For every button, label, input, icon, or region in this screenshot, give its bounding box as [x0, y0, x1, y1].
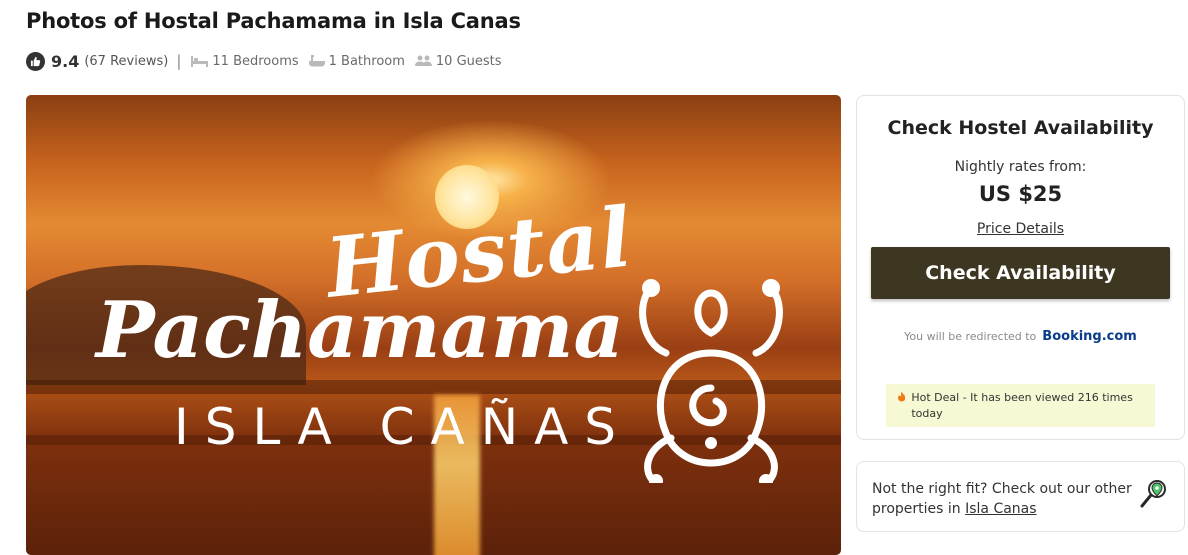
logo-text-location: ISLA CAÑAS [174, 398, 633, 456]
booking-logo: Booking.com [1042, 329, 1137, 344]
reviews-link[interactable]: (67 Reviews) [84, 54, 168, 69]
turtle-logo-icon [639, 279, 783, 483]
bathrooms-info: 1 Bathroom [308, 53, 405, 69]
alternatives-card: Not the right fit? Check out our other p… [856, 461, 1185, 532]
availability-heading: Check Hostel Availability [887, 117, 1154, 139]
map-search-icon [1140, 480, 1166, 508]
page-title: Photos of Hostal Pachamama in Isla Canas [26, 9, 521, 33]
bathrooms-label: 1 Bathroom [328, 53, 405, 69]
nightly-price: US $25 [978, 182, 1063, 206]
property-summary: 9.4 (67 Reviews) | 11 Bedrooms 1 Bathroo… [26, 51, 512, 71]
rating-score: 9.4 [51, 51, 80, 71]
price-details-link[interactable]: Price Details [857, 221, 1184, 237]
flame-icon [898, 391, 906, 402]
separator: | [176, 52, 182, 70]
alternatives-text: Not the right fit? Check out our other p… [872, 479, 1137, 519]
isla-canas-link[interactable]: Isla Canas [965, 501, 1036, 517]
nightly-rates-label: Nightly rates from: [954, 159, 1087, 175]
bedrooms-label: 11 Bedrooms [212, 53, 299, 69]
thumbs-up-icon [26, 51, 45, 71]
redirect-text: You will be redirected to [904, 330, 1037, 343]
guests-info: 10 Guests [414, 53, 502, 69]
redirect-notice: You will be redirected to Booking.com [857, 329, 1184, 344]
hot-deal-banner: Hot Deal - It has been viewed 216 times … [886, 384, 1155, 427]
property-photo[interactable]: Hostal Pachamama ISLA CAÑAS [26, 95, 841, 555]
logo-text-pachamama: Pachamama [96, 285, 624, 376]
check-availability-button[interactable]: Check Availability [871, 247, 1170, 299]
guests-label: 10 Guests [435, 53, 502, 69]
bathtub-icon [308, 55, 325, 67]
availability-card: Check Hostel Availability Nightly rates … [856, 95, 1185, 440]
bedrooms-info: 11 Bedrooms [191, 53, 299, 69]
bed-icon [191, 56, 209, 67]
guests-icon [414, 55, 432, 66]
hot-deal-text: Hot Deal - It has been viewed 216 times … [911, 391, 1133, 420]
